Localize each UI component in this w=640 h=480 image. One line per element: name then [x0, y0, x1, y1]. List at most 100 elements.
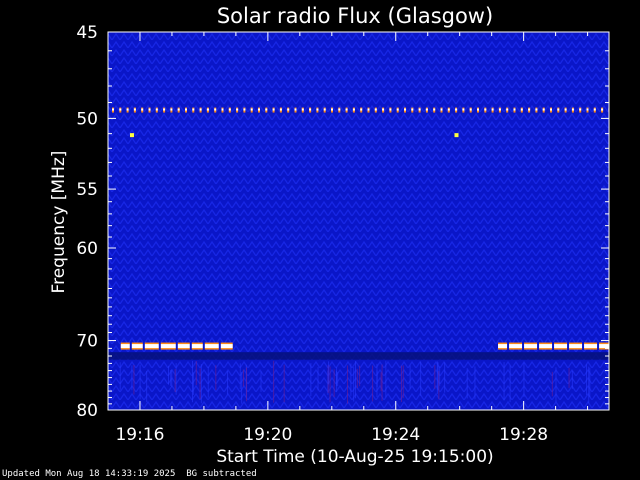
- interference-dot-core: [279, 108, 282, 111]
- interference-dot-core: [557, 108, 560, 111]
- interference-dot-core: [323, 108, 326, 111]
- interference-dot-core: [367, 108, 370, 111]
- plot-area: [108, 32, 609, 410]
- interference-dot-core: [243, 108, 246, 111]
- interference-dot-core: [513, 108, 516, 111]
- band-gap: [189, 342, 192, 351]
- interference-dot-core: [112, 108, 114, 111]
- interference-dot-core: [447, 108, 450, 111]
- isolated-dot: [129, 133, 134, 138]
- interference-dot-core: [506, 108, 509, 111]
- interference-dot-core: [250, 108, 253, 111]
- interference-dot-core: [440, 108, 443, 111]
- y-axis-label: Frequency [MHz]: [49, 151, 69, 294]
- interference-dot-core: [265, 108, 268, 111]
- interference-dot-core: [126, 108, 129, 111]
- interference-dot-core: [564, 108, 567, 111]
- interference-dot-core: [396, 108, 399, 111]
- interference-dot-core: [316, 108, 319, 111]
- band-gap: [582, 342, 585, 351]
- interference-dot-core: [382, 108, 385, 111]
- interference-dot-core: [462, 108, 465, 111]
- processing-mode: BG subtracted: [186, 469, 257, 479]
- band-gap: [202, 342, 205, 351]
- interference-dot-core: [214, 108, 217, 111]
- interference-dot-core: [360, 108, 363, 111]
- interference-dot-core: [550, 108, 552, 111]
- band-gap: [129, 342, 132, 351]
- y-tick-label: 55: [76, 180, 98, 200]
- interference-dot-core: [411, 108, 414, 111]
- interference-dot-core: [418, 108, 421, 111]
- x-tick-label: 19:16: [115, 425, 164, 445]
- y-tick-label: 60: [76, 239, 98, 259]
- x-tick-label: 19:24: [371, 425, 420, 445]
- interference-dot-core: [571, 108, 574, 111]
- interference-dot-core: [141, 108, 144, 111]
- interference-dot-core: [535, 108, 538, 111]
- interference-dot-core: [433, 108, 436, 111]
- dark-band: [108, 352, 609, 360]
- interference-dot-core: [228, 108, 231, 111]
- interference-dot-core: [520, 108, 523, 111]
- x-tick-label: 19:20: [243, 425, 292, 445]
- interference-dot-core: [404, 108, 406, 111]
- band-gap: [567, 342, 570, 351]
- interference-dot-core: [133, 108, 136, 111]
- band-gap: [522, 342, 525, 351]
- interference-dot-core: [272, 108, 275, 111]
- band-gap: [218, 342, 221, 351]
- interference-dot-core: [221, 108, 224, 111]
- band-gap: [507, 342, 510, 351]
- interference-dot-core: [579, 108, 582, 111]
- y-tick-label: 50: [76, 109, 98, 129]
- band-gap: [158, 342, 161, 351]
- interference-dot-core: [301, 108, 304, 111]
- y-tick-label: 70: [76, 332, 98, 352]
- interference-dot-core: [170, 108, 173, 111]
- interference-dot-core: [455, 108, 458, 111]
- interference-dot-core: [484, 108, 487, 111]
- interference-dot-core: [287, 108, 290, 111]
- interference-dot-core: [119, 108, 122, 111]
- interference-dot-core: [477, 108, 479, 111]
- band-gap: [537, 342, 540, 351]
- interference-dot-core: [586, 108, 589, 111]
- x-tick-label: 19:28: [499, 425, 548, 445]
- interference-dot-core: [185, 108, 187, 111]
- interference-dot-core: [155, 108, 158, 111]
- interference-dot-core: [345, 108, 348, 111]
- interference-dot-core: [352, 108, 355, 111]
- interference-dot-core: [601, 108, 604, 111]
- interference-dot-core: [374, 108, 377, 111]
- x-axis-label: Start Time (10-Aug-25 19:15:00): [216, 447, 493, 467]
- band-gap: [597, 342, 600, 351]
- y-tick-label: 45: [76, 23, 98, 43]
- interference-dot-core: [528, 108, 531, 111]
- interference-dot-core: [177, 108, 180, 111]
- interference-dot-core: [236, 108, 239, 111]
- interference-dot-core: [192, 108, 195, 111]
- interference-dot-core: [258, 108, 260, 111]
- y-tick-label: 80: [76, 401, 98, 421]
- interference-dot-core: [309, 108, 312, 111]
- band-gap: [175, 342, 178, 351]
- updated-timestamp: Updated Mon Aug 18 14:33:19 2025: [2, 469, 176, 479]
- interference-dot-core: [199, 108, 202, 111]
- interference-dot-core: [148, 108, 151, 111]
- update-footer: Updated Mon Aug 18 14:33:19 2025 BG subt…: [2, 469, 257, 480]
- interference-dot-core: [593, 108, 596, 111]
- interference-dot-core: [469, 108, 472, 111]
- interference-dot-core: [491, 108, 494, 111]
- band-gap: [552, 342, 555, 351]
- spectrogram-figure: 45 50 55 60 70 80 19:16 19:20 19:24 19:28 Solar r…: [0, 0, 640, 480]
- chart-title: Solar radio Flux (Glasgow): [217, 4, 493, 28]
- interference-dot-core: [163, 108, 166, 111]
- interference-dot-core: [425, 108, 428, 111]
- isolated-dot: [454, 133, 459, 138]
- interference-dot-core: [331, 108, 333, 111]
- interference-dot-core: [542, 108, 545, 111]
- band-gap: [142, 342, 145, 351]
- spectrogram-chart: 45 50 55 60 70 80 19:16 19:20 19:24 19:28 Solar r…: [49, 4, 610, 467]
- interference-dot-core: [294, 108, 297, 111]
